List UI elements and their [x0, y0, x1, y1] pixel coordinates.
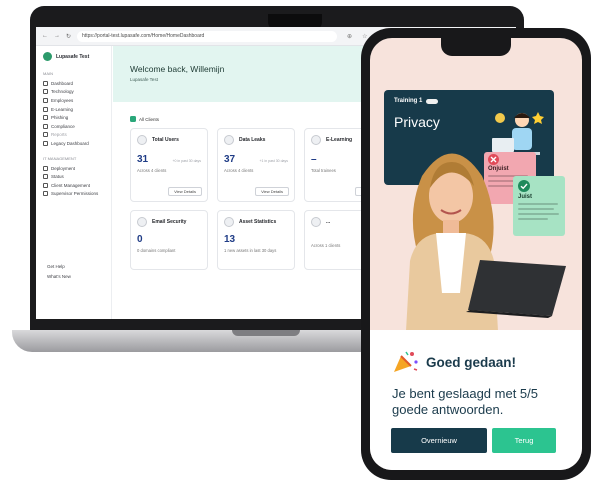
- shield-icon: [43, 191, 48, 197]
- sidebar-item-label: Technology: [51, 89, 74, 95]
- zoom-icon[interactable]: ⊕: [347, 33, 352, 40]
- sidebar-item-label: Compliance: [51, 123, 75, 129]
- party-popper-icon: [394, 351, 418, 372]
- sidebar-item-label: Deployment: [51, 165, 76, 171]
- reload-icon[interactable]: ↻: [66, 33, 71, 40]
- sidebar-section-management: IT MANAGEMENT: [43, 155, 77, 161]
- answer-right-card: Juist: [513, 176, 565, 236]
- sidebar-item-label: Employees: [51, 97, 74, 103]
- users-icon: [43, 97, 48, 103]
- all-clients-filter[interactable]: All Clients: [130, 116, 159, 122]
- file-icon: [43, 132, 48, 138]
- card-asset-statistics: Asset Statistics 13 1 new assets in last…: [217, 210, 295, 270]
- sidebar-item-status[interactable]: Status: [43, 172, 111, 181]
- database-icon: [224, 135, 234, 145]
- card-value: 0: [137, 234, 143, 245]
- sidebar-item-elearning[interactable]: E-Learning: [43, 105, 111, 114]
- card-title: Data Leaks: [239, 137, 266, 143]
- card-sub: 1 new assets in last 30 days: [224, 248, 277, 253]
- forward-icon[interactable]: →: [54, 33, 60, 39]
- result-message: Je bent geslaagd met 5/5 goede antwoorde…: [392, 386, 538, 417]
- sidebar-item-dashboard[interactable]: Dashboard: [43, 79, 111, 88]
- sidebar-item-compliance[interactable]: Compliance: [43, 122, 111, 131]
- card-value: –: [311, 154, 317, 165]
- sidebar-item-label: Legacy Dashboard: [51, 140, 89, 146]
- sidebar-item-employees[interactable]: Employees: [43, 96, 111, 105]
- view-details-button[interactable]: View Details: [255, 187, 289, 196]
- view-details-button[interactable]: View Details: [168, 187, 202, 196]
- result-title: Goed gedaan!: [426, 354, 517, 370]
- training-badge: [426, 98, 439, 104]
- card-title: Total Users: [152, 137, 179, 143]
- sidebar-item-label: Dashboard: [51, 80, 74, 86]
- hook-icon: [43, 115, 48, 121]
- rocket-icon: [43, 165, 48, 171]
- card-sub: Across 4 clients: [137, 168, 167, 173]
- card-note: +0 in past 30 days: [172, 159, 201, 163]
- checkbox-icon: [130, 116, 136, 122]
- phone-notch: [441, 38, 511, 56]
- sidebar-item-label: Reports: [51, 132, 67, 138]
- address-bar[interactable]: https://portal-test.lupasafe.com/Home/Ho…: [77, 30, 338, 42]
- card-data-leaks: Data Leaks 37 +1 in past 30 days Across 4…: [217, 128, 295, 202]
- phone-screen: Training 1 Privacy Onjuist Juist Goed ge…: [370, 38, 582, 470]
- sidebar-item-client-management[interactable]: Client Management: [43, 181, 111, 190]
- clipboard-icon: [43, 123, 48, 129]
- sidebar-item-deployment[interactable]: Deployment: [43, 164, 111, 173]
- filter-label: All Clients: [139, 116, 160, 122]
- sidebar-item-legacy-dashboard[interactable]: Legacy Dashboard: [43, 139, 111, 148]
- monitor-icon: [43, 89, 48, 95]
- retry-button[interactable]: Overnieuw: [391, 428, 487, 453]
- sidebar-section-main: MAIN: [43, 71, 53, 76]
- monitor-icon: [311, 135, 321, 145]
- right-label: Juist: [518, 194, 533, 200]
- training-label: Training 1: [394, 98, 423, 104]
- brand[interactable]: Lupasafe Test: [43, 52, 111, 61]
- card-value: 31: [137, 154, 149, 165]
- pulse-icon: [43, 174, 48, 180]
- card-title: E-Learning: [326, 137, 353, 143]
- settings-icon: [311, 217, 321, 227]
- result-panel: Goed gedaan! Je bent geslaagd met 5/5 go…: [370, 330, 582, 470]
- building-icon: [43, 182, 48, 188]
- sidebar-item-phishing[interactable]: Phishing: [43, 113, 111, 122]
- sidebar-item-label: Status: [51, 174, 64, 180]
- sidebar-item-technology[interactable]: Technology: [43, 88, 111, 97]
- card-title: Asset Statistics: [239, 219, 277, 225]
- get-help-link[interactable]: Get Help: [47, 264, 65, 269]
- book-icon: [43, 106, 48, 112]
- sidebar-item-label: Supervisor Permissions: [51, 191, 99, 197]
- sidebar-item-reports[interactable]: Reports: [43, 131, 111, 140]
- brand-logo-icon: [43, 52, 52, 61]
- mail-icon: [137, 217, 147, 227]
- sidebar-item-label: Client Management: [51, 182, 91, 188]
- card-title: Email Security: [152, 219, 187, 225]
- laptop-hinge: [232, 330, 300, 336]
- card-value: 37: [224, 154, 236, 165]
- card-value: 13: [224, 234, 236, 245]
- home-icon: [43, 80, 48, 86]
- phone-frame: Training 1 Privacy Onjuist Juist Goed ge…: [361, 28, 591, 480]
- card-sub: Across 4 clients: [224, 168, 254, 173]
- whats-new-link[interactable]: What's New: [47, 274, 71, 279]
- laptop-photo: [466, 260, 566, 318]
- address-bar-url: https://portal-test.lupasafe.com/Home/Ho…: [82, 33, 205, 39]
- card-email-security: Email Security 0 0 domains compliant: [130, 210, 208, 270]
- check-circle-icon: [518, 180, 530, 192]
- users-icon: [137, 135, 147, 145]
- server-icon: [224, 217, 234, 227]
- back-icon[interactable]: ←: [42, 33, 48, 39]
- back-button[interactable]: Terug: [492, 428, 556, 453]
- sidebar-item-label: Phishing: [51, 115, 69, 121]
- brand-name: Lupasafe Test: [56, 53, 90, 60]
- sidebar-item-supervisor-permissions[interactable]: Supervisor Permissions: [43, 190, 111, 199]
- card-sub: 0 domains compliant: [137, 248, 176, 253]
- card-note: +1 in past 30 days: [259, 159, 288, 163]
- card-title: ...: [326, 219, 331, 225]
- training-title: Privacy: [394, 114, 440, 130]
- card-total-users: Total Users 31 +0 in past 30 days Across …: [130, 128, 208, 202]
- grid-icon: [43, 140, 48, 146]
- sidebar-item-label: E-Learning: [51, 106, 74, 112]
- sidebar: Lupasafe Test MAIN Dashboard Technology …: [36, 46, 112, 319]
